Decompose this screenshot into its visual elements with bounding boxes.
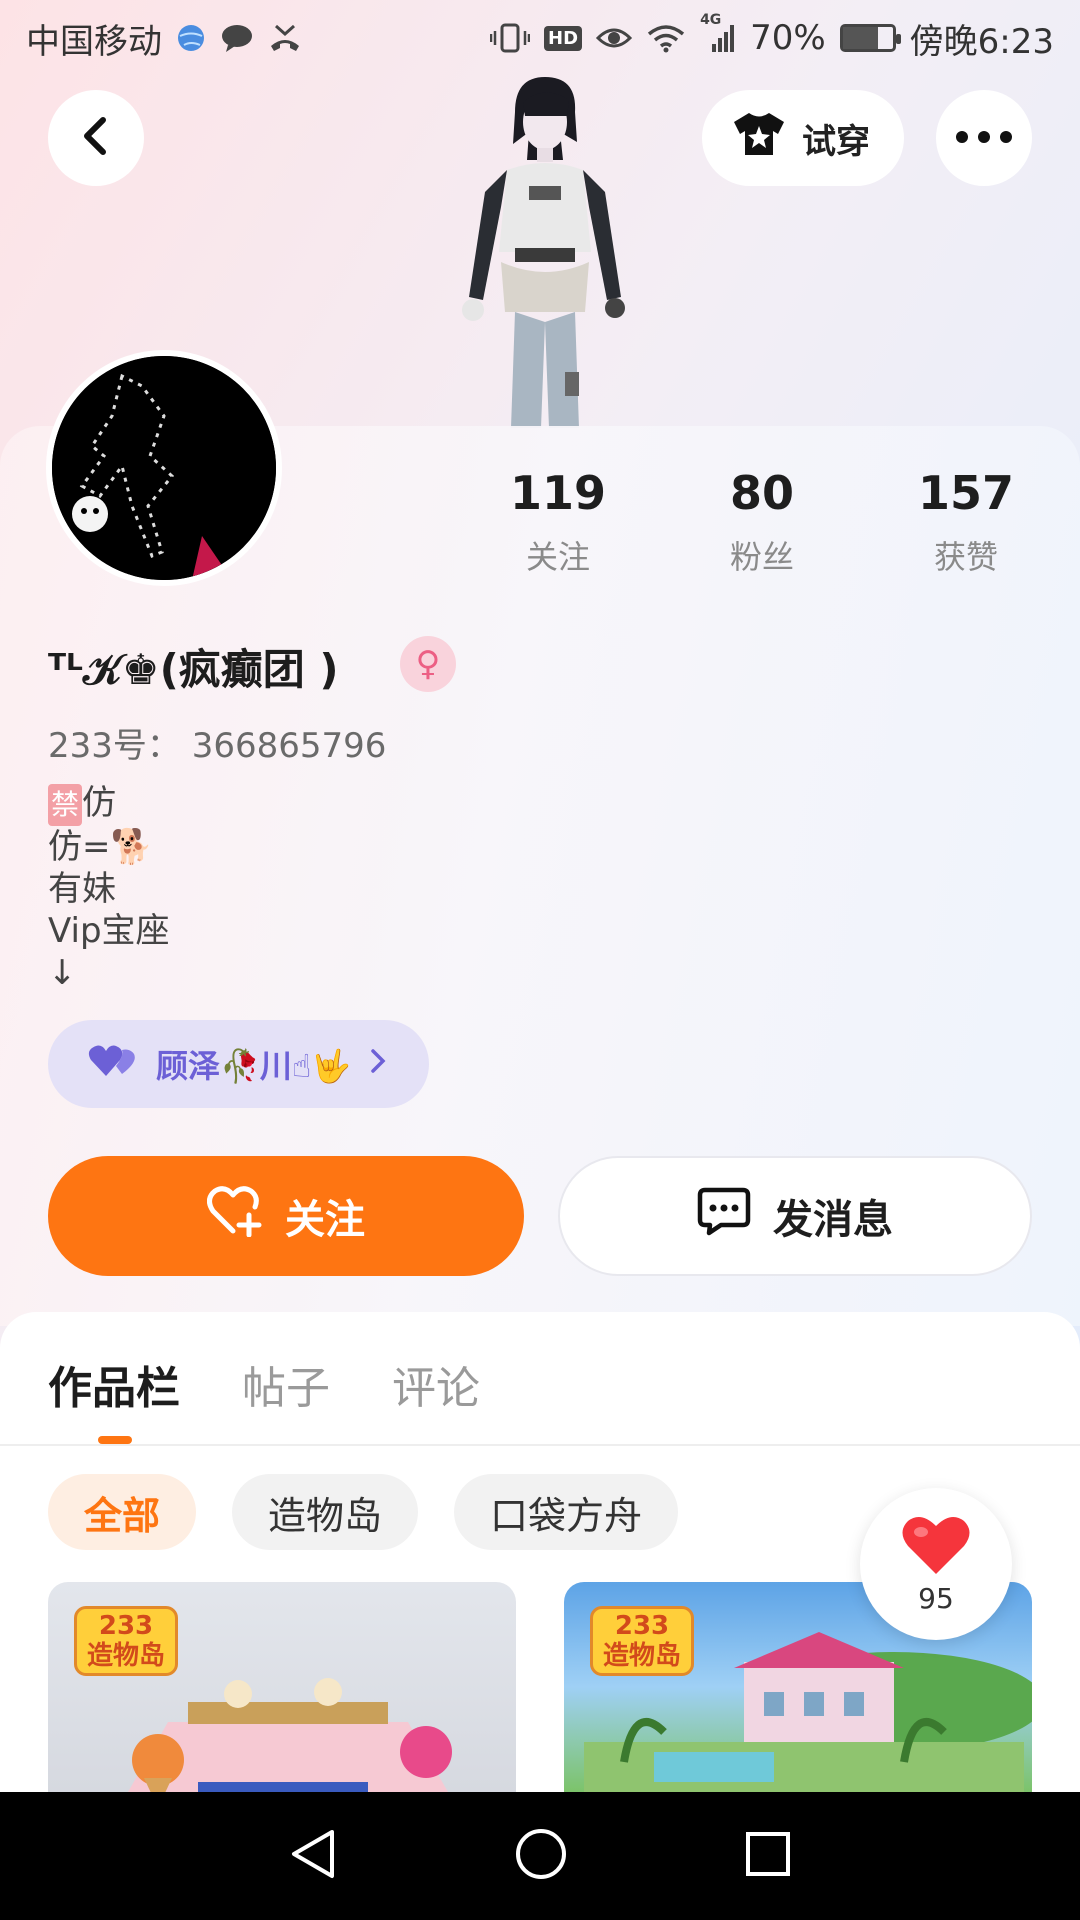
bio: 禁仿 仿=🐕 有妹 Vip宝座 ↓	[48, 782, 170, 994]
user-id[interactable]: 233号： 366865796	[48, 718, 386, 767]
try-on-button[interactable]: 试穿	[702, 90, 904, 186]
heart-pair-icon	[88, 1042, 138, 1086]
try-on-label: 试穿	[802, 121, 870, 162]
wifi-icon	[646, 23, 686, 53]
nav-back-icon[interactable]	[288, 1828, 338, 1884]
bio-prohibit-tag: 禁	[48, 784, 83, 826]
followers-label: 粉丝	[729, 538, 794, 576]
bio-line: 仿=🐕	[48, 827, 153, 867]
tab-posts[interactable]: 帖子	[242, 1352, 330, 1416]
hd-badge: HD	[544, 25, 583, 51]
filter-koudaifangzhou[interactable]: 口袋方舟	[454, 1474, 679, 1550]
tshirt-icon	[732, 110, 786, 167]
follow-label: 关注	[285, 1197, 365, 1243]
profile-avatar[interactable]	[46, 350, 282, 586]
likes-count: 157	[917, 466, 1015, 520]
filter-zaowudao[interactable]: 造物岛	[232, 1474, 419, 1550]
vibrate-icon	[490, 23, 531, 53]
stat-following[interactable]: 119 关注	[478, 466, 638, 578]
battery-percent: 70%	[750, 18, 826, 58]
tab-comments[interactable]: 评论	[392, 1352, 480, 1416]
more-dots-icon	[955, 129, 1013, 148]
filter-all[interactable]: 全部	[48, 1474, 197, 1550]
tab-indicator	[98, 1436, 132, 1444]
like-count: 95	[918, 1581, 954, 1615]
follow-button[interactable]: 关注	[48, 1156, 524, 1276]
stat-followers[interactable]: 80 粉丝	[682, 466, 842, 578]
gender-female-icon: ♀	[400, 636, 456, 692]
battery-icon	[839, 24, 901, 52]
bio-line: 有妹	[48, 869, 116, 909]
likes-label: 获赞	[933, 538, 998, 576]
heart-add-icon	[207, 1185, 263, 1247]
network-type: 4G	[700, 12, 722, 28]
username: ᵀᴸ𝒦♚(疯癫团 )	[48, 645, 339, 694]
missed-call-icon	[268, 22, 302, 54]
like-bubble[interactable]: 95	[860, 1488, 1012, 1640]
avatar-3d-figure[interactable]	[445, 72, 635, 428]
heart-icon	[901, 1514, 971, 1580]
filter-chips: 全部 造物岛 口袋方舟	[48, 1474, 679, 1550]
divider	[0, 1444, 1080, 1446]
content-tabs: 作品栏 帖子 评论	[48, 1352, 480, 1416]
system-nav-bar	[0, 1792, 1080, 1920]
chat-notification-icon	[220, 23, 254, 53]
chat-bubble-icon	[697, 1186, 751, 1246]
followers-count: 80	[729, 466, 794, 520]
nav-recents-icon[interactable]	[744, 1830, 792, 1882]
tab-works[interactable]: 作品栏	[48, 1352, 180, 1416]
work-card[interactable]: 233 造物岛	[48, 1582, 516, 1792]
message-button[interactable]: 发消息	[558, 1156, 1032, 1276]
nav-home-icon[interactable]	[514, 1827, 568, 1885]
chevron-right-icon	[369, 1045, 387, 1083]
bio-line: ↓	[48, 953, 77, 993]
following-count: 119	[509, 466, 607, 520]
more-button[interactable]	[936, 90, 1032, 186]
stat-likes[interactable]: 157 获赞	[886, 466, 1046, 578]
bio-line: 禁仿	[48, 782, 170, 826]
bio-line: Vip宝座	[48, 911, 170, 951]
signal-icon: 4G	[700, 12, 736, 54]
carrier-name: 中国移动	[26, 21, 162, 62]
message-label: 发消息	[773, 1197, 893, 1243]
status-bar: 中国移动 HD 4G 70% 傍晚6:23	[0, 0, 1080, 76]
clock: 傍晚6:23	[909, 21, 1054, 62]
back-button[interactable]	[48, 90, 144, 186]
friend-name: 顾泽🥀川☝🤟	[156, 1047, 352, 1085]
eye-comfort-icon	[596, 24, 633, 52]
close-friend-pill[interactable]: 顾泽🥀川☝🤟	[48, 1020, 430, 1108]
globe-icon	[176, 23, 206, 53]
chevron-left-icon	[79, 116, 113, 160]
following-label: 关注	[525, 538, 590, 576]
